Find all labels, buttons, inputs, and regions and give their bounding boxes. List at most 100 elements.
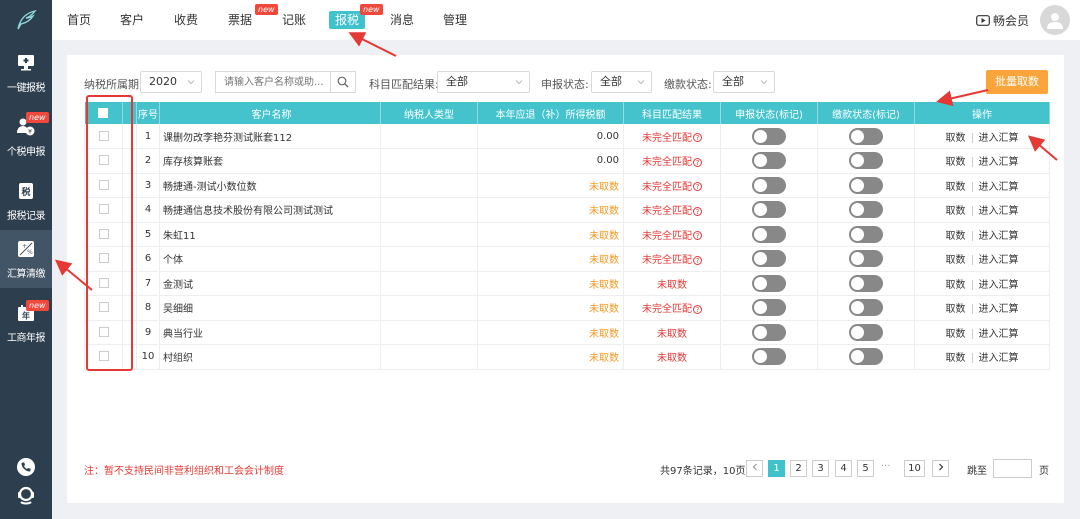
prev-page-button[interactable]	[746, 460, 763, 477]
app-logo[interactable]	[0, 0, 52, 40]
table-row: 9 典当行业 未取数 未取数 取数 进入汇算	[84, 320, 1050, 345]
declare-status-toggle[interactable]	[752, 348, 786, 366]
fetch-link[interactable]: 取数	[946, 304, 966, 315]
op-divider	[971, 255, 973, 266]
enter-settlement-link[interactable]: 进入汇算	[979, 329, 1019, 340]
declare-status-toggle[interactable]	[752, 152, 786, 170]
fetch-link[interactable]: 取数	[946, 157, 966, 168]
pay-status-toggle[interactable]	[849, 250, 883, 268]
enter-settlement-link[interactable]: 进入汇算	[979, 182, 1019, 193]
nav-bookkeeping[interactable]: 记账	[282, 11, 306, 29]
declare-status-toggle[interactable]	[752, 250, 786, 268]
pay-status-cell	[817, 271, 915, 296]
fetch-link[interactable]: 取数	[946, 280, 966, 291]
match-select[interactable]: 全部	[437, 71, 530, 93]
batch-fetch-button[interactable]: 批量取数	[986, 70, 1048, 94]
page-5[interactable]: 5	[857, 460, 874, 477]
pay-status-toggle[interactable]	[849, 323, 883, 341]
help-icon[interactable]: ?	[693, 157, 702, 167]
help-icon[interactable]: ?	[693, 304, 702, 314]
fetch-link[interactable]: 取数	[946, 133, 966, 144]
page-2[interactable]: 2	[790, 460, 807, 477]
pay-status-toggle[interactable]	[849, 127, 883, 145]
declare-status-toggle[interactable]	[752, 323, 786, 341]
next-page-button[interactable]	[932, 460, 949, 477]
page-3[interactable]: 3	[812, 460, 829, 477]
declare-status-cell	[720, 197, 818, 223]
operations-cell: 取数 进入汇算	[914, 222, 1050, 247]
pay-status-toggle[interactable]	[849, 176, 883, 194]
fetch-link[interactable]: 取数	[946, 206, 966, 217]
enter-settlement-link[interactable]: 进入汇算	[979, 157, 1019, 168]
pay-status-toggle[interactable]	[849, 201, 883, 219]
declare-status-toggle[interactable]	[752, 201, 786, 219]
declare-status-toggle[interactable]	[752, 225, 786, 243]
sidebar-item-business-annual-report[interactable]: new 年 工商年报	[0, 294, 52, 352]
pagination-total: 共97条记录，10页	[660, 466, 746, 477]
avatar[interactable]	[1040, 5, 1070, 35]
customer-name: 库存核算账套	[159, 148, 381, 174]
help-icon[interactable]: ?	[693, 231, 702, 241]
match-result: 未取数	[657, 328, 687, 340]
op-divider	[971, 206, 973, 217]
help-icon[interactable]: ?	[693, 133, 702, 142]
pay-status-toggle[interactable]	[849, 152, 883, 170]
pay-status-cell	[817, 222, 915, 247]
fetch-link[interactable]: 取数	[946, 329, 966, 340]
fetch-link[interactable]: 取数	[946, 182, 966, 193]
nav-invoices[interactable]: 票据	[228, 11, 252, 29]
enter-settlement-link[interactable]: 进入汇算	[979, 133, 1019, 144]
help-icon[interactable]: ?	[693, 206, 702, 216]
support-button[interactable]	[0, 484, 52, 506]
page-4[interactable]: 4	[835, 460, 852, 477]
help-icon[interactable]: ?	[693, 182, 702, 192]
enter-settlement-link[interactable]: 进入汇算	[979, 231, 1019, 242]
nav-customers[interactable]: 客户	[120, 11, 144, 29]
declare-status-cell	[720, 344, 818, 370]
match-result: 未完全匹配	[642, 157, 692, 169]
enter-settlement-link[interactable]: 进入汇算	[979, 255, 1019, 266]
enter-settlement-link[interactable]: 进入汇算	[979, 280, 1019, 291]
pay-status-cell	[817, 148, 915, 174]
table-row: 5 朱虹11 未取数 未完全匹配? 取数 进入汇算	[84, 222, 1050, 247]
pay-status-toggle[interactable]	[849, 274, 883, 292]
pay-status-cell	[817, 344, 915, 370]
sidebar-item-personal-tax[interactable]: new ¥ 个税申报	[0, 108, 52, 166]
declare-status-toggle[interactable]	[752, 127, 786, 145]
chevron-down-icon	[187, 80, 195, 85]
declare-status-toggle[interactable]	[752, 176, 786, 194]
sidebar-item-tax-record[interactable]: 税 报税记录	[0, 172, 52, 230]
pay-status-toggle[interactable]	[849, 225, 883, 243]
help-icon[interactable]: ?	[693, 255, 702, 265]
customer-search-input[interactable]	[215, 71, 330, 93]
fetch-link[interactable]: 取数	[946, 231, 966, 242]
page-last[interactable]: 10	[904, 460, 925, 477]
page-1[interactable]: 1	[768, 460, 785, 477]
top-navigation: 首页 客户 收费 票据 new 记账 报税 new 消息 管理 畅会员	[52, 0, 1080, 40]
enter-settlement-link[interactable]: 进入汇算	[979, 353, 1019, 364]
sidebar-item-annual-settlement[interactable]: +% 汇算清缴	[0, 230, 52, 288]
vip-membership-link[interactable]: 畅会员	[976, 12, 1029, 29]
nav-messages[interactable]: 消息	[390, 11, 414, 29]
period-label: 纳税所属期:	[84, 78, 143, 91]
period-select[interactable]: 2020	[140, 71, 202, 93]
declare-status-toggle[interactable]	[752, 299, 786, 317]
declare-status-cell	[720, 222, 818, 247]
nav-management[interactable]: 管理	[443, 11, 467, 29]
enter-settlement-link[interactable]: 进入汇算	[979, 206, 1019, 217]
sidebar-item-one-click-tax[interactable]: 一键报税	[0, 44, 52, 102]
nav-billing[interactable]: 收费	[174, 11, 198, 29]
fetch-link[interactable]: 取数	[946, 255, 966, 266]
declare-status-toggle[interactable]	[752, 274, 786, 292]
phone-button[interactable]	[0, 457, 52, 477]
pay-status-toggle[interactable]	[849, 299, 883, 317]
nav-home[interactable]: 首页	[67, 11, 91, 29]
pay-status-select[interactable]: 全部	[713, 71, 775, 93]
enter-settlement-link[interactable]: 进入汇算	[979, 304, 1019, 315]
fetch-link[interactable]: 取数	[946, 353, 966, 364]
operations-cell: 取数 进入汇算	[914, 246, 1050, 272]
jump-page-input[interactable]	[993, 459, 1032, 478]
declare-status-select[interactable]: 全部	[591, 71, 652, 93]
search-button[interactable]	[330, 71, 356, 93]
pay-status-toggle[interactable]	[849, 348, 883, 366]
